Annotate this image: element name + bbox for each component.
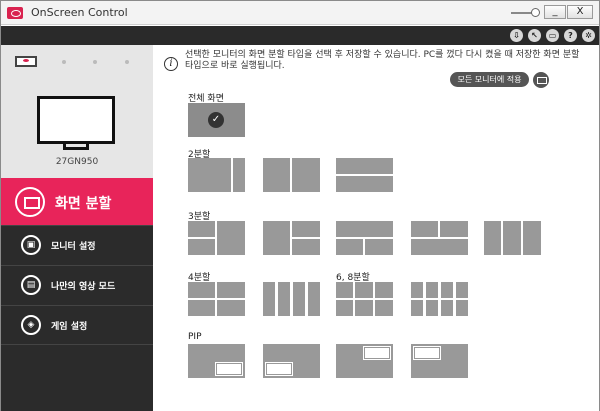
sidebar-item-label: 화면 분할 [55,196,112,212]
info-text: 선택한 모니터의 화면 분할 타입을 선택 후 저장할 수 있습니다. PC를 … [185,50,580,71]
layout-3split-b[interactable] [263,221,320,255]
screen-split-icon [15,187,45,217]
monitor-settings-icon: ▣ [21,235,41,255]
picture-mode-icon: ▤ [21,275,41,295]
apply-all-monitors-button[interactable]: 모든 모니터에 적용 [450,72,529,87]
sidebar-item-picture-mode[interactable]: ▤ 나만의 영상 모드 [1,265,153,305]
check-icon: ✓ [208,112,224,128]
opacity-slider-handle[interactable] [531,8,540,17]
layout-2split-horizontal[interactable] [336,158,393,192]
monitor-dot[interactable] [62,60,66,64]
monitor-selector-icon[interactable] [15,56,37,67]
monitor-dot[interactable] [93,60,97,64]
gamepad-icon: ◈ [21,315,41,335]
layout-2split-left-wide[interactable] [188,158,245,192]
layout-4split-grid[interactable] [188,282,245,316]
monitor-stand [63,144,89,150]
layout-3split-a[interactable] [188,221,245,255]
help-icon[interactable]: ? [564,29,577,42]
minimize-button[interactable]: _ [544,5,566,19]
settings-icon[interactable]: ✲ [582,29,595,42]
sidebar-item-label: 모니터 설정 [51,242,96,252]
monitor-preview-icon [37,96,115,144]
layout-3split-d[interactable] [411,221,468,255]
sidebar-item-monitor-settings[interactable]: ▣ 모니터 설정 [1,225,153,265]
sidebar-item-label: 나만의 영상 모드 [51,282,116,292]
monitor-layout-icon[interactable] [533,72,549,88]
layout-pip-top-left[interactable] [411,344,468,378]
window-title: OnScreen Control [31,6,128,19]
layout-pip-bottom-right[interactable] [188,344,245,378]
monitor-panel: 27GN950 [1,45,153,178]
monitor-model-name: 27GN950 [55,157,99,167]
close-button[interactable]: X [567,5,593,19]
monitor-dot[interactable] [125,60,129,64]
layout-3split-e[interactable] [484,221,541,255]
title-bar: OnScreen Control _ X [1,1,599,25]
layout-8split[interactable] [411,282,468,316]
info-icon: i [164,57,178,71]
layout-3split-c[interactable] [336,221,393,255]
main-content: i 선택한 모니터의 화면 분할 타입을 선택 후 저장할 수 있습니다. PC… [153,45,599,411]
app-logo-icon [7,7,23,19]
layout-pip-bottom-left[interactable] [263,344,320,378]
top-toolbar: ⇩ ↖ ▭ ? ✲ [1,26,599,45]
sidebar-item-game-settings[interactable]: ◈ 게임 설정 [1,305,153,345]
sidebar: 27GN950 화면 분할 ▣ 모니터 설정 ▤ 나만의 영상 모드 ◈ 게임 … [1,45,153,411]
layout-full-screen[interactable]: ✓ [188,103,245,137]
app-window: OnScreen Control _ X ⇩ ↖ ▭ ? ✲ 27GN950 화… [0,0,600,411]
sidebar-item-screen-split[interactable]: 화면 분할 [1,178,153,225]
section-label-pip: PIP [188,332,202,342]
download-icon[interactable]: ⇩ [510,29,523,42]
cursor-icon[interactable]: ↖ [528,29,541,42]
layout-6split[interactable] [336,282,393,316]
display-icon[interactable]: ▭ [546,29,559,42]
sidebar-item-label: 게임 설정 [51,322,88,332]
layout-4split-columns[interactable] [263,282,320,316]
layout-2split-vertical[interactable] [263,158,320,192]
layout-pip-top-right[interactable] [336,344,393,378]
